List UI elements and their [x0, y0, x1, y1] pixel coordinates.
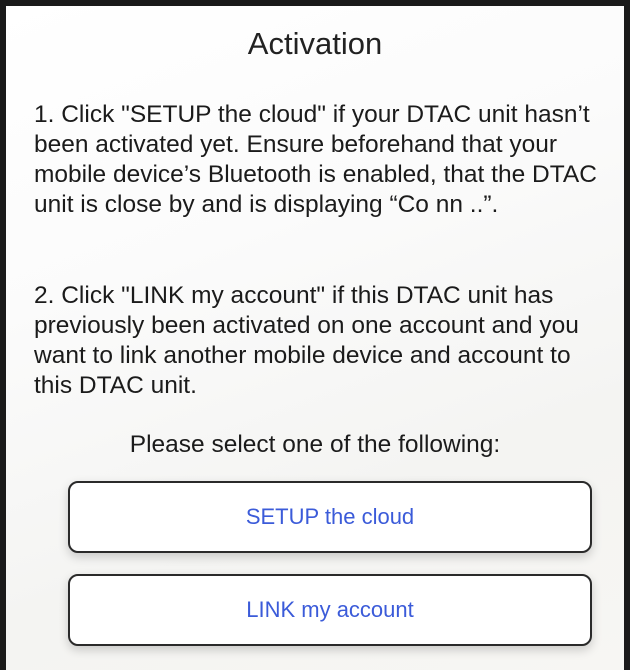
link-account-button-label: LINK my account [246, 597, 414, 622]
selection-prompt: Please select one of the following: [129, 431, 501, 458]
instruction-link: 2. Click "LINK my account" if this DTAC … [34, 282, 579, 399]
link-account-button[interactable]: LINK my account [68, 574, 592, 646]
setup-cloud-button[interactable]: SETUP the cloud [68, 481, 592, 553]
instruction-setup: 1. Click "SETUP the cloud" if your DTAC … [34, 101, 597, 218]
dialog-title: Activation [247, 26, 383, 61]
activation-dialog: Activation 1. Click "SETUP the cloud" if… [0, 0, 630, 670]
setup-cloud-button-label: SETUP the cloud [245, 504, 415, 529]
